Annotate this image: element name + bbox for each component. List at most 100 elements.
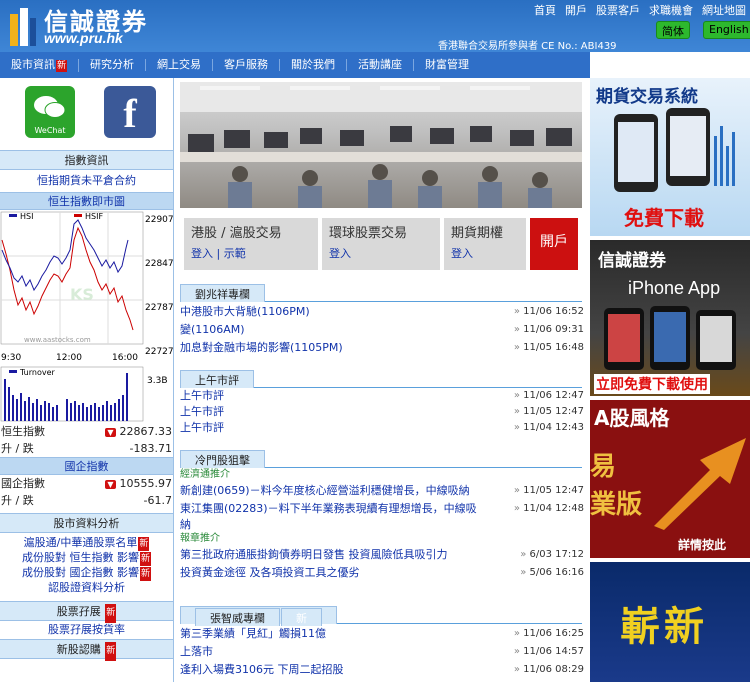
- news-row: 逢利入場費3106元 下周二起招股 11/06 08:29: [180, 661, 584, 679]
- analysis-link-warrants[interactable]: 認股證資料分析: [0, 581, 173, 595]
- facebook-icon[interactable]: f: [104, 86, 156, 138]
- global-login-link[interactable]: 登入: [329, 247, 351, 260]
- column-heading-lau: 劉兆祥專欄: [180, 284, 582, 302]
- news-title[interactable]: 東江集團(02283)－料下半年業務表現續有理想增長，中線吸: [180, 500, 477, 518]
- china-ent-change: -61.7: [143, 494, 172, 507]
- news-title[interactable]: 變(1106AM): [180, 321, 245, 339]
- futures-login-link[interactable]: 登入: [451, 247, 473, 260]
- nav-item-label: 股市資訊: [11, 57, 55, 71]
- column-heading-label[interactable]: 上午市評: [180, 370, 254, 388]
- news-date: 11/05 12:47: [514, 404, 584, 420]
- news-date: 11/06 08:29: [514, 661, 584, 679]
- legend-turnover: Turnover: [19, 368, 56, 377]
- news-title[interactable]: 第三批政府通脹掛鉤債券明日發售 投資風險低具吸引力: [180, 546, 448, 564]
- news-row: 第三季業績「見紅」觸損11億 11/06 16:25: [180, 625, 584, 643]
- lang-english-button[interactable]: English: [703, 21, 750, 39]
- news-title[interactable]: 上午市評: [180, 388, 224, 404]
- margin-heading: 股票孖展 新: [0, 601, 173, 623]
- index-info-heading: 指數資訊: [0, 150, 173, 170]
- ad-title: A股風格: [594, 406, 670, 430]
- news-row: 變(1106AM) 11/06 09:31: [180, 321, 584, 339]
- ad-cta: 立即免費下載使用: [594, 374, 710, 394]
- turnover-tick: 3.3B: [147, 376, 168, 386]
- china-ent-heading[interactable]: 國企指數: [0, 457, 173, 475]
- news-title[interactable]: 上午市評: [180, 404, 224, 420]
- y-tick-3: 22787: [145, 303, 173, 313]
- tab-futures-options[interactable]: 期貨期權 登入: [444, 218, 526, 270]
- new-ad[interactable]: 嶄新: [590, 562, 750, 682]
- news-list-cold-stocks: 經濟通推介 新創建(0659)－料今年度核心經營溢利穩健增長，中線吸納 11/05…: [180, 468, 584, 582]
- tab-global-stock-trading[interactable]: 環球股票交易 登入: [322, 218, 440, 270]
- ad-side-text-2: 業版: [590, 490, 643, 520]
- news-title[interactable]: 上落市: [180, 643, 213, 661]
- news-row: 中港股市大背馳(1106PM) 11/06 16:52: [180, 303, 584, 321]
- ad-cta: 詳情按此: [678, 538, 727, 552]
- wechat-bubbles-icon: [34, 96, 66, 118]
- news-title[interactable]: 投資黃金途徑 及各項投資工具之優劣: [180, 564, 360, 582]
- nav-item-online-trading[interactable]: 網上交易: [146, 59, 214, 71]
- hsi-futures-oi-link[interactable]: 恒指期貨未平倉合約: [0, 170, 173, 192]
- lang-simplified-button[interactable]: 简体: [656, 21, 690, 39]
- news-title[interactable]: 新創建(0659)－料今年度核心經營溢利穩健增長，中線吸納: [180, 482, 470, 500]
- ad-side-text: 易: [590, 452, 617, 482]
- top-link-stock-clients[interactable]: 股票客戶: [596, 2, 640, 18]
- news-date: 11/05 16:48: [514, 339, 584, 357]
- nav-item-market-info[interactable]: 股市資訊新: [0, 57, 80, 72]
- column-heading-label[interactable]: 冷門股狙擊: [180, 450, 265, 468]
- y-tick-1: 22907: [145, 215, 173, 225]
- iphone-app-ad[interactable]: 信誠證券 iPhone App 立即免費下載使用: [590, 240, 750, 396]
- hsi-value: 22867.33: [119, 425, 173, 438]
- china-ent-value-group: ▼ 10555.97: [105, 475, 172, 492]
- news-date: 11/06 16:25: [514, 625, 584, 643]
- news-row: 新創建(0659)－料今年度核心經營溢利穩健增長，中線吸納 11/05 12:47: [180, 482, 584, 500]
- news-title[interactable]: 中港股市大背馳(1106PM): [180, 303, 310, 321]
- hsi-intraday-chart[interactable]: HSI HSIF KS 22907 22847 22787 22727 www.…: [0, 210, 174, 365]
- hk-demo-link[interactable]: 示範: [224, 247, 246, 260]
- new-badge: 新: [281, 608, 322, 626]
- top-link-sitemap[interactable]: 網址地圖: [702, 2, 746, 18]
- legend-hsif-swatch: [74, 214, 82, 217]
- column-heading-label[interactable]: 張智威專欄新: [180, 606, 337, 626]
- margin-ratio-link[interactable]: 股票孖展按貨率: [0, 621, 173, 639]
- news-title[interactable]: 逢利入場費3106元 下周二起招股: [180, 661, 344, 679]
- news-title[interactable]: 第三季業績「見紅」觸損11億: [180, 625, 326, 643]
- turnover-chart[interactable]: Turnover 3.3B: [0, 365, 173, 423]
- new-badge: 新: [139, 552, 151, 566]
- nav-item-wealth[interactable]: 財富管理: [414, 59, 480, 71]
- logo-icon[interactable]: [8, 4, 38, 48]
- hsi-change: -183.71: [129, 442, 172, 455]
- analysis-link-hsi-impact[interactable]: 成份股對 恒生指數 影響新: [0, 551, 173, 566]
- news-date: 11/06 16:52: [514, 303, 584, 321]
- top-link-careers[interactable]: 求職機會: [649, 2, 693, 18]
- column-heading-text: 張智威專欄: [195, 608, 280, 626]
- china-ent-change-label: 升 / 跌: [1, 494, 34, 507]
- wechat-icon[interactable]: WeChat: [25, 86, 75, 138]
- tab-hk-stock-trading[interactable]: 港股 / 滬股交易 登入 | 示範: [184, 218, 318, 270]
- news-title-cont[interactable]: 納: [180, 518, 191, 532]
- analysis-link-connect-list[interactable]: 滬股通/中華通股票名單新: [0, 536, 173, 551]
- tab-title: 環球股票交易: [329, 226, 408, 241]
- column-heading-cheung: 張智威專欄新: [180, 606, 582, 626]
- news-title[interactable]: 上午市評: [180, 420, 224, 436]
- top-link-open-account[interactable]: 開戶: [565, 2, 587, 18]
- nav-item-customer-service[interactable]: 客戶服務: [213, 59, 281, 71]
- news-row: 投資黃金途徑 及各項投資工具之優劣 5/06 16:16: [180, 564, 584, 582]
- x-tick-3: 16:00: [112, 353, 138, 363]
- nav-item-research[interactable]: 研究分析: [79, 59, 147, 71]
- logo-url[interactable]: www.pru.hk: [44, 30, 123, 46]
- news-title[interactable]: 加息對金融市場的影響(1105PM): [180, 339, 343, 357]
- column-heading-label[interactable]: 劉兆祥專欄: [180, 284, 265, 302]
- futures-system-ad[interactable]: 期貨交易系統 免費下載: [590, 78, 750, 236]
- category-label: 報章推介: [180, 533, 220, 544]
- open-account-button[interactable]: 開戶: [530, 218, 578, 270]
- hsi-chart-heading[interactable]: 恒生指數即市圖: [0, 192, 173, 210]
- top-link-home[interactable]: 首頁: [534, 2, 556, 18]
- a-share-ad[interactable]: A股風格 易 業版 詳情按此: [590, 400, 750, 558]
- hk-login-link[interactable]: 登入: [191, 247, 213, 260]
- new-badge: 新: [139, 567, 151, 581]
- legend-turnover-swatch: [9, 370, 17, 373]
- nav-item-about-us[interactable]: 關於我們: [280, 59, 348, 71]
- analysis-link-hscei-impact[interactable]: 成份股對 國企指數 影響新: [0, 566, 173, 581]
- nav-item-events[interactable]: 活動講座: [347, 59, 415, 71]
- main-nav: 股市資訊新 研究分析 網上交易 客戶服務 關於我們 活動講座 財富管理: [0, 52, 590, 78]
